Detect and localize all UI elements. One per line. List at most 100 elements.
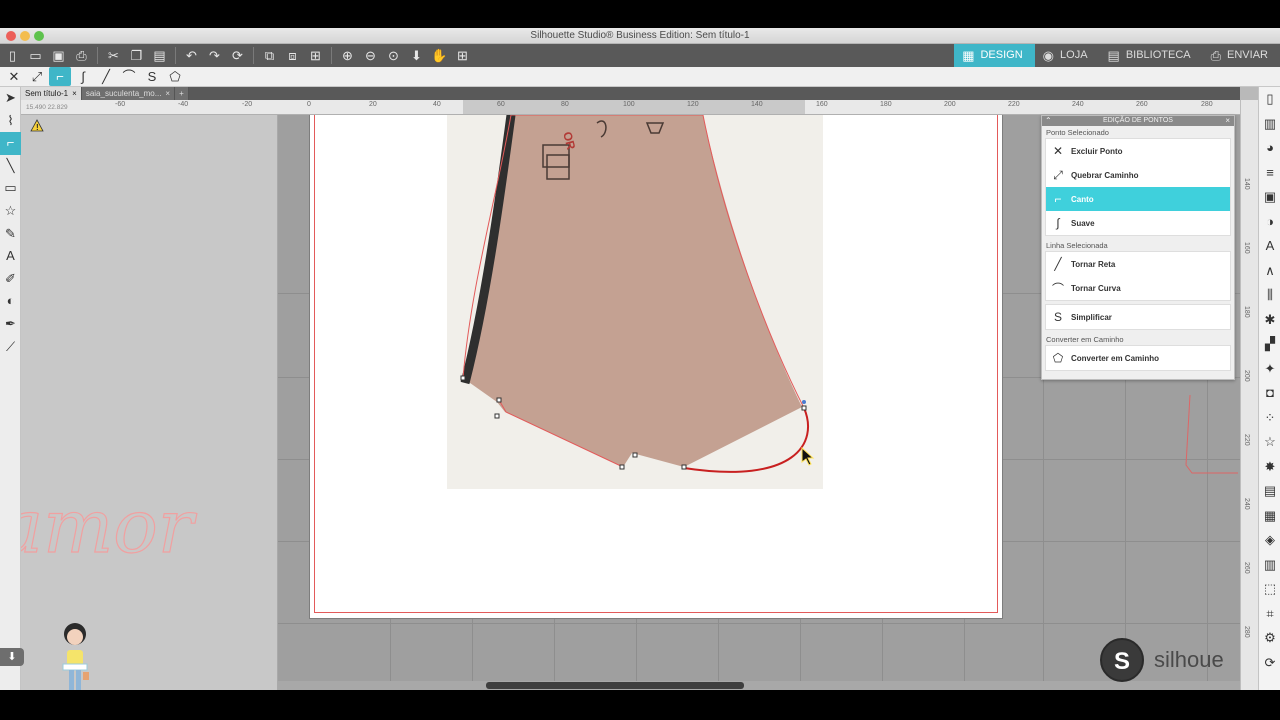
download-tab[interactable]: ⬇ xyxy=(0,648,24,666)
add-page-icon[interactable]: ⊞ xyxy=(452,46,473,65)
simplify-button[interactable]: S Simplificar xyxy=(1046,305,1230,329)
make-straight-label: Tornar Reta xyxy=(1071,259,1116,269)
ruler-tick: 140 xyxy=(751,101,763,108)
select-arrow-icon[interactable]: ➤ xyxy=(0,87,21,110)
assistant-avatar[interactable] xyxy=(57,620,97,690)
save-icon[interactable]: ▣ xyxy=(48,46,69,65)
modify-icon[interactable]: ✦ xyxy=(1259,357,1280,382)
replicate-icon[interactable]: ▞ xyxy=(1259,332,1280,357)
doc-tab-sem-titulo[interactable]: Sem título-1 × xyxy=(21,87,82,100)
tab-library[interactable]: ▤ BIBLIOTECA xyxy=(1100,44,1203,67)
rectangle-icon[interactable]: ▭ xyxy=(0,177,21,200)
break-path-button[interactable]: ⤢ Quebrar Caminho xyxy=(1046,163,1230,187)
transform-icon[interactable]: ✱ xyxy=(1259,308,1280,333)
print-icon[interactable]: ⎙ xyxy=(71,46,92,65)
make-curve-icon[interactable]: ⌒ xyxy=(118,67,140,86)
point-edit-panel-icon[interactable]: ▣ xyxy=(1259,185,1280,210)
warning-icon[interactable]: ! xyxy=(30,119,44,132)
panel-header[interactable]: ⌃ EDIÇÃO DE PONTOS × xyxy=(1042,116,1234,126)
offset-icon[interactable]: ◘ xyxy=(1259,381,1280,406)
pages-icon[interactable]: ▥ xyxy=(1259,553,1280,578)
eyedropper-icon[interactable]: ⟋ xyxy=(0,336,21,359)
tab-design[interactable]: ▦ DESIGN xyxy=(954,44,1035,67)
svg-text:amor: amor xyxy=(21,484,198,570)
scrollbar-thumb[interactable] xyxy=(486,682,744,689)
simplify-icon[interactable]: S xyxy=(141,67,163,86)
close-tab-icon[interactable]: × xyxy=(72,87,77,100)
text-icon[interactable]: A xyxy=(0,245,21,268)
select-all-icon[interactable]: ⊞ xyxy=(305,46,326,65)
nesting-icon[interactable]: ▦ xyxy=(1259,504,1280,529)
open-folder-icon[interactable]: ▭ xyxy=(25,46,46,65)
lasso-icon[interactable]: ⌇ xyxy=(0,110,21,133)
right-panel-bar: ▯ ▥ ◕ ≡ ▣ ◑ A ∧ ⫼ ✱ ▞ ✦ ◘ ⁘ ☆ ✸ ▤ ▦ ◈ ▥ … xyxy=(1258,87,1280,690)
ruler-tick: 280 xyxy=(1201,101,1213,108)
line-style-icon[interactable]: ≡ xyxy=(1259,161,1280,186)
cut-icon[interactable]: ✂ xyxy=(103,46,124,65)
doc-tab-saia[interactable]: saia_suculenta_mo... × xyxy=(81,87,176,100)
convert-path-button[interactable]: ⬠ Converter em Caminho xyxy=(1046,346,1230,370)
align-icon[interactable]: ⫼ xyxy=(1259,283,1280,308)
tab-send[interactable]: ⎙ ENVIAR xyxy=(1203,44,1280,67)
break-path-icon[interactable]: ⤢ xyxy=(26,67,48,86)
refresh-icon[interactable]: ⟳ xyxy=(227,46,248,65)
favorites-icon[interactable]: ☆ xyxy=(1259,430,1280,455)
layers-icon[interactable]: ▤ xyxy=(1259,479,1280,504)
print-cut-icon[interactable]: ⬚ xyxy=(1259,577,1280,602)
group-icon[interactable]: ⧉ xyxy=(259,46,280,65)
cutting-mat-page[interactable]: OR xyxy=(310,115,1002,618)
corner-point-icon[interactable]: ⌐ xyxy=(49,67,71,86)
refresh-icon[interactable]: ⟳ xyxy=(1259,651,1280,676)
undo-icon[interactable]: ↶ xyxy=(181,46,202,65)
tab-store[interactable]: ◉ LOJA xyxy=(1035,44,1100,67)
warp-icon[interactable]: ⌗ xyxy=(1259,602,1280,627)
zoom-out-icon[interactable]: ⊖ xyxy=(360,46,381,65)
knife-icon[interactable]: ✐ xyxy=(0,268,21,291)
off-page-artwork: amor xyxy=(21,483,198,570)
new-file-icon[interactable]: ▯ xyxy=(2,46,23,65)
collapse-icon[interactable]: ⌃ xyxy=(1045,116,1052,126)
settings-icon[interactable]: ⚙ xyxy=(1259,626,1280,651)
sketch-icon[interactable]: ∧ xyxy=(1259,259,1280,284)
zoom-in-icon[interactable]: ⊕ xyxy=(337,46,358,65)
paste-icon[interactable]: ▤ xyxy=(149,46,170,65)
pencil-icon[interactable]: ✎ xyxy=(0,223,21,246)
ruler-tick: 280 xyxy=(1243,626,1250,638)
delete-point-button[interactable]: ✕ Excluir Ponto xyxy=(1046,139,1230,163)
make-curve-button[interactable]: ⌒ Tornar Curva xyxy=(1046,276,1230,300)
off-page-area[interactable]: amor xyxy=(21,115,278,690)
delete-point-icon[interactable]: ✕ xyxy=(3,67,25,86)
star-icon[interactable]: ☆ xyxy=(0,200,21,223)
ungroup-icon[interactable]: ⧈ xyxy=(282,46,303,65)
convert-path-icon[interactable]: ⬠ xyxy=(164,67,186,86)
close-tab-icon[interactable]: × xyxy=(165,87,170,100)
library-panel-icon[interactable]: ◈ xyxy=(1259,528,1280,553)
transparency-icon[interactable]: ◑ xyxy=(1259,210,1280,235)
add-tab-button[interactable]: + xyxy=(175,87,189,100)
smooth-button[interactable]: ∫ Suave xyxy=(1046,211,1230,235)
make-straight-icon[interactable]: ╱ xyxy=(95,67,117,86)
pattern-photo[interactable]: OR xyxy=(447,115,823,489)
zoom-fit-icon[interactable]: ⊙ xyxy=(383,46,404,65)
eraser-icon[interactable]: ◐ xyxy=(0,290,21,313)
effects-icon[interactable]: ✸ xyxy=(1259,455,1280,480)
line-tool-icon[interactable]: ╲ xyxy=(0,155,21,178)
edit-points-icon[interactable]: ⌐ xyxy=(0,132,21,155)
control-handle[interactable] xyxy=(802,400,806,404)
smooth-point-icon[interactable]: ∫ xyxy=(72,67,94,86)
horizontal-scrollbar[interactable] xyxy=(278,681,1240,690)
make-straight-button[interactable]: ╱ Tornar Reta xyxy=(1046,252,1230,276)
page-setup-icon[interactable]: ▯ xyxy=(1259,87,1280,112)
redo-icon[interactable]: ↷ xyxy=(204,46,225,65)
corner-button[interactable]: ⌐ Canto xyxy=(1046,187,1230,211)
pixscan-icon[interactable]: ▥ xyxy=(1259,112,1280,137)
pan-hand-icon[interactable]: ✋ xyxy=(429,46,450,65)
text-style-icon[interactable]: A xyxy=(1259,234,1280,259)
fill-color-icon[interactable]: ◕ xyxy=(1259,136,1280,161)
copy-icon[interactable]: ❐ xyxy=(126,46,147,65)
close-icon[interactable]: × xyxy=(1225,116,1230,126)
pen-icon[interactable]: ✒ xyxy=(0,313,21,336)
move-down-icon[interactable]: ⬇ xyxy=(406,46,427,65)
trace-icon[interactable]: ⁘ xyxy=(1259,406,1280,431)
library-icon: ▤ xyxy=(1107,48,1120,63)
